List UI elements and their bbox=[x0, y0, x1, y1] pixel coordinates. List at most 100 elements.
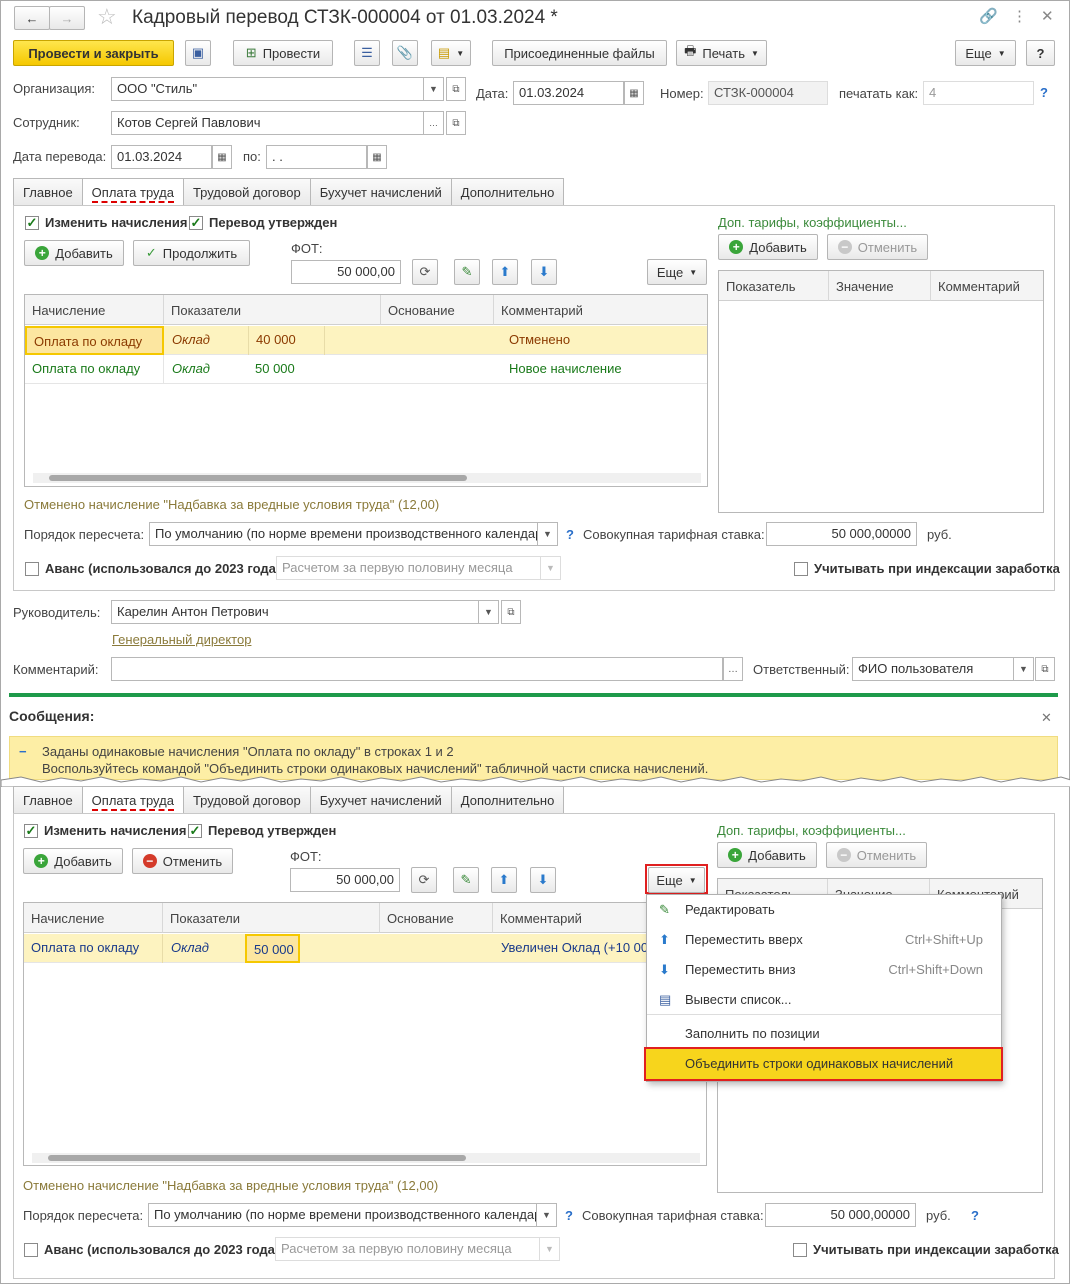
table-row[interactable]: Оплата по окладу Оклад 50 000 Новое начи… bbox=[25, 355, 707, 384]
add-button[interactable]: + Добавить bbox=[23, 848, 123, 874]
recalc-dropdown[interactable]: ▼ bbox=[537, 1203, 557, 1227]
recalc-dropdown[interactable]: ▼ bbox=[538, 522, 558, 546]
collapse-icon[interactable]: − bbox=[19, 744, 27, 759]
edit-icon[interactable]: ✎ bbox=[454, 259, 480, 285]
print-button[interactable]: 🖶 Печать ▼ bbox=[676, 40, 767, 66]
col-indicators[interactable]: Показатели bbox=[164, 295, 381, 325]
transfer-calendar-button[interactable]: ▦ bbox=[212, 145, 232, 169]
tab-additional[interactable]: Дополнительно bbox=[450, 786, 565, 814]
col-basis[interactable]: Основание bbox=[381, 295, 494, 325]
menu-item-edit[interactable]: ✎ Редактировать bbox=[647, 895, 1001, 925]
accrual-cell[interactable]: Оплата по окладу bbox=[25, 326, 164, 355]
responsible-open-button[interactable]: ⧉ bbox=[1035, 657, 1055, 681]
menu-item-merge-rows[interactable]: Объединить строки одинаковых начислений bbox=[644, 1047, 1003, 1081]
accrual-cell[interactable]: Оплата по окладу bbox=[25, 355, 164, 384]
create-based-button[interactable]: ▤ ▼ bbox=[431, 40, 471, 66]
col-indicators[interactable]: Показатели bbox=[163, 903, 380, 933]
rate-field[interactable]: 50 000,00000 bbox=[766, 522, 917, 546]
org-open-button[interactable]: ⧉ bbox=[446, 77, 466, 101]
arrow-down-icon[interactable]: ⬇ bbox=[530, 867, 556, 893]
to-calendar-button[interactable]: ▦ bbox=[367, 145, 387, 169]
star-icon[interactable]: ☆ bbox=[97, 4, 117, 30]
horizontal-scrollbar[interactable] bbox=[33, 473, 701, 483]
indicator-cell[interactable]: Оклад bbox=[164, 934, 244, 963]
head-open-button[interactable]: ⧉ bbox=[501, 600, 521, 624]
advance-field[interactable]: Расчетом за первую половину месяца bbox=[276, 556, 541, 580]
tab-additional[interactable]: Дополнительно bbox=[450, 178, 565, 206]
col-comment[interactable]: Комментарий bbox=[494, 295, 707, 325]
save-icon[interactable]: ▣ bbox=[185, 40, 211, 66]
forward-button[interactable]: → bbox=[49, 6, 85, 30]
attached-files-button[interactable]: Присоединенные файлы bbox=[492, 40, 667, 66]
tab-contract[interactable]: Трудовой договор bbox=[182, 786, 311, 814]
transfer-date-field[interactable]: 01.03.2024 bbox=[111, 145, 212, 169]
table-row[interactable]: Оплата по окладу Оклад 40 000 Отменено bbox=[25, 326, 707, 355]
tariffs-link[interactable]: Доп. тарифы, коэффициенты... bbox=[717, 823, 906, 838]
advance-checkbox[interactable]: Аванс (использовался до 2023 года) bbox=[25, 561, 280, 576]
comment-field[interactable] bbox=[111, 657, 723, 681]
right-cancel-button[interactable]: − Отменить bbox=[826, 842, 927, 868]
employee-select-button[interactable]: … bbox=[424, 111, 444, 135]
paperclip-icon[interactable]: 📎 bbox=[392, 40, 418, 66]
help-icon[interactable]: ? bbox=[566, 527, 574, 542]
head-position-link[interactable]: Генеральный директор bbox=[112, 632, 251, 647]
advance-field[interactable]: Расчетом за первую половину месяца bbox=[275, 1237, 540, 1261]
close-messages-icon[interactable]: ✕ bbox=[1041, 710, 1052, 726]
comment-cell[interactable]: Новое начисление bbox=[502, 355, 702, 384]
indicator-cell[interactable]: Оклад bbox=[165, 355, 245, 384]
scroll-thumb[interactable] bbox=[48, 1155, 466, 1161]
advance-checkbox[interactable]: Аванс (использовался до 2023 года) bbox=[24, 1242, 279, 1257]
org-dropdown[interactable]: ▼ bbox=[424, 77, 444, 101]
value-cell[interactable]: 50 000 bbox=[245, 934, 300, 963]
tab-accounting[interactable]: Бухучет начислений bbox=[309, 786, 452, 814]
fot-field[interactable]: 50 000,00 bbox=[291, 260, 401, 284]
table-row[interactable]: Оплата по окладу Оклад 50 000 Увеличен О… bbox=[24, 934, 706, 963]
change-accruals-checkbox[interactable]: ✓ Изменить начисления bbox=[24, 823, 186, 838]
print-as-field[interactable]: 4 bbox=[923, 81, 1034, 105]
comment-cell[interactable]: Отменено bbox=[502, 326, 702, 355]
help-icon[interactable]: ? bbox=[1040, 85, 1048, 100]
list-icon[interactable]: ☰ bbox=[354, 40, 380, 66]
help-icon[interactable]: ? bbox=[565, 1208, 573, 1223]
help-icon[interactable]: ? bbox=[971, 1208, 979, 1223]
rate-field[interactable]: 50 000,00000 bbox=[765, 1203, 916, 1227]
date-field[interactable]: 01.03.2024 bbox=[513, 81, 624, 105]
arrow-up-icon[interactable]: ⬆ bbox=[492, 259, 518, 285]
menu-item-output-list[interactable]: ▤ Вывести список... bbox=[647, 985, 1001, 1015]
value-cell[interactable]: 50 000 bbox=[248, 355, 325, 384]
arrow-down-icon[interactable]: ⬇ bbox=[531, 259, 557, 285]
col-accrual[interactable]: Начисление bbox=[25, 295, 164, 325]
head-dropdown[interactable]: ▼ bbox=[479, 600, 499, 624]
index-checkbox[interactable]: Учитывать при индексации заработка bbox=[794, 561, 1060, 576]
to-date-field[interactable]: . . bbox=[266, 145, 367, 169]
right-add-button[interactable]: + Добавить bbox=[717, 842, 817, 868]
advance-dropdown[interactable]: ▼ bbox=[541, 556, 561, 580]
post-button[interactable]: ⊞ Провести bbox=[233, 40, 333, 66]
more-table-button[interactable]: Еще ▼ bbox=[648, 867, 705, 893]
arrow-up-icon[interactable]: ⬆ bbox=[491, 867, 517, 893]
col-indicator[interactable]: Показатель bbox=[719, 271, 829, 301]
link-icon[interactable]: 🔗 bbox=[979, 7, 998, 25]
back-button[interactable]: ← bbox=[14, 6, 50, 30]
help-button[interactable]: ? bbox=[1026, 40, 1055, 66]
close-window-icon[interactable]: ✕ bbox=[1041, 7, 1054, 25]
indicator-cell[interactable]: Оклад bbox=[165, 326, 245, 355]
right-add-button[interactable]: + Добавить bbox=[718, 234, 818, 260]
refresh-icon[interactable]: ⟳ bbox=[411, 867, 437, 893]
col-accrual[interactable]: Начисление bbox=[24, 903, 163, 933]
edit-icon[interactable]: ✎ bbox=[453, 867, 479, 893]
menu-dots-icon[interactable]: ⋮ bbox=[1012, 7, 1027, 25]
advance-dropdown[interactable]: ▼ bbox=[540, 1237, 560, 1261]
approved-checkbox[interactable]: ✓ Перевод утвержден bbox=[188, 823, 336, 838]
menu-item-move-down[interactable]: ⬇ Переместить вниз Ctrl+Shift+Down bbox=[647, 955, 1001, 985]
tab-contract[interactable]: Трудовой договор bbox=[182, 178, 311, 206]
cancel-button[interactable]: − Отменить bbox=[132, 848, 233, 874]
value-cell[interactable]: 40 000 bbox=[248, 326, 325, 355]
approved-checkbox[interactable]: ✓ Перевод утвержден bbox=[189, 215, 337, 230]
menu-item-fill-by-position[interactable]: Заполнить по позиции bbox=[647, 1019, 1001, 1049]
continue-button[interactable]: ✓ Продолжить bbox=[133, 240, 250, 266]
responsible-dropdown[interactable]: ▼ bbox=[1014, 657, 1034, 681]
tab-main[interactable]: Главное bbox=[13, 178, 83, 206]
fot-field[interactable]: 50 000,00 bbox=[290, 868, 400, 892]
recalc-field[interactable]: По умолчанию (по норме времени производс… bbox=[148, 1203, 537, 1227]
